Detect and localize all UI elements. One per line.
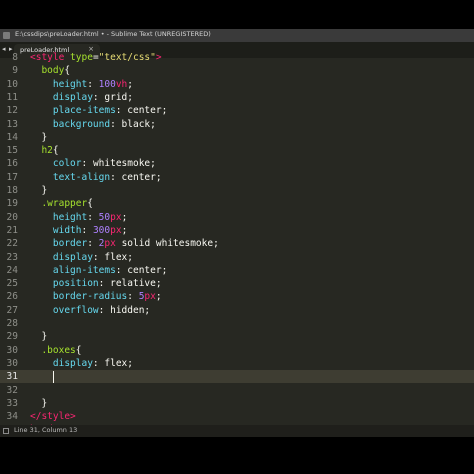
code-text: position: relative; <box>52 278 162 290</box>
line-number: 15 <box>6 145 18 157</box>
code-line[interactable]: 30 display: flex; <box>0 357 474 370</box>
code-text: place-items: center; <box>52 105 168 117</box>
code-text: text-align: center; <box>52 171 162 183</box>
line-number: 16 <box>6 158 18 170</box>
code-text: display: grid; <box>52 91 133 103</box>
line-number: 34 <box>6 411 18 423</box>
window-title: E:\cssdips\preLoader.html • - Sublime Te… <box>15 30 211 38</box>
line-number: 30 <box>6 357 18 369</box>
code-line[interactable]: 29} <box>0 330 474 343</box>
code-line[interactable]: 28 <box>0 317 474 330</box>
code-text: h2{ <box>41 145 59 157</box>
code-text: align-items: center; <box>52 264 168 276</box>
status-bar: Line 31, Column 13 <box>0 425 474 437</box>
code-line[interactable]: 25 position: relative; <box>0 277 474 290</box>
code-text: width: 300px; <box>52 224 128 236</box>
code-text: display: flex; <box>52 251 133 263</box>
code-line[interactable]: 33} <box>0 397 474 410</box>
code-line[interactable]: 11 display: grid; <box>0 91 474 104</box>
line-number: 20 <box>6 211 18 223</box>
line-number: 9 <box>12 65 18 77</box>
title-bar: E:\cssdips\preLoader.html • - Sublime Te… <box>0 29 474 42</box>
line-number: 26 <box>6 291 18 303</box>
code-text: border: 2px solid whitesmoke; <box>52 238 219 250</box>
line-number: 17 <box>6 171 18 183</box>
code-line[interactable]: 16 color: whitesmoke; <box>0 157 474 170</box>
code-line[interactable]: 12 place-items: center; <box>0 104 474 117</box>
code-line[interactable]: 9 body{ <box>0 64 474 77</box>
line-number: 19 <box>6 198 18 210</box>
code-line[interactable]: 8 <style type="text/css"> <box>0 51 474 64</box>
code-line[interactable]: 24 align-items: center; <box>0 264 474 277</box>
code-text: body{ <box>41 65 71 77</box>
code-text: height: 100vh; <box>52 78 134 90</box>
code-text: } <box>41 331 48 343</box>
code-line[interactable]: 21 width: 300px; <box>0 224 474 237</box>
line-number: 27 <box>6 304 18 316</box>
line-number: 23 <box>6 251 18 263</box>
code-line[interactable]: 34 </style> <box>0 410 474 423</box>
code-line[interactable]: 15 h2{ <box>0 144 474 157</box>
line-number: 12 <box>6 105 18 117</box>
line-number: 24 <box>6 264 18 276</box>
line-number: 25 <box>6 278 18 290</box>
code-text: border-radius: 5px; <box>52 291 162 303</box>
code-text: display: flex; <box>52 357 133 369</box>
code-text: </style> <box>30 411 76 423</box>
code-line[interactable]: 22 border: 2px solid whitesmoke; <box>0 237 474 250</box>
code-text: <style type="text/css"> <box>30 52 162 63</box>
cursor-position: Line 31, Column 13 <box>14 426 78 434</box>
line-number: 32 <box>6 384 18 396</box>
code-line[interactable]: 27 overflow: hidden; <box>0 304 474 317</box>
code-line[interactable]: 31 <box>0 370 474 384</box>
code-line[interactable]: 14} <box>0 131 474 144</box>
panel-toggle-icon[interactable] <box>3 428 9 434</box>
code-line[interactable]: 17 text-align: center; <box>0 171 474 184</box>
line-number: 33 <box>6 397 18 409</box>
line-number: 11 <box>6 91 18 103</box>
line-number: 10 <box>6 78 18 90</box>
line-number: 30 <box>6 344 18 356</box>
code-editor[interactable]: 8 <style type="text/css"> 9 body{ 10 height: … <box>0 52 474 435</box>
app-icon <box>3 32 10 39</box>
text-caret <box>52 371 54 384</box>
code-line[interactable]: 13 background: black; <box>0 118 474 131</box>
code-text: height: 50px; <box>52 211 128 223</box>
code-text: .boxes{ <box>41 344 82 356</box>
code-text: background: black; <box>52 118 156 130</box>
code-line[interactable]: 20 height: 50px; <box>0 211 474 224</box>
line-number: 22 <box>6 238 18 250</box>
code-line[interactable]: 10 height: 100vh; <box>0 78 474 91</box>
line-number: 21 <box>6 224 18 236</box>
line-number: 29 <box>6 331 18 343</box>
code-line[interactable]: 18} <box>0 184 474 197</box>
code-text: } <box>41 131 48 143</box>
code-text: } <box>41 185 48 196</box>
code-text: color: whitesmoke; <box>52 158 156 170</box>
line-number: 8 <box>12 52 18 63</box>
line-number: 14 <box>6 131 18 143</box>
line-number: 18 <box>6 185 18 196</box>
code-line[interactable]: 23 display: flex; <box>0 251 474 264</box>
code-text: overflow: hidden; <box>52 304 151 316</box>
code-line[interactable]: 19 .wrapper{ <box>0 197 474 210</box>
code-line[interactable]: 32 <box>0 384 474 397</box>
line-number: 31 <box>6 371 18 383</box>
code-text: .wrapper{ <box>41 198 93 210</box>
code-text: } <box>41 397 48 409</box>
code-line[interactable]: 30 .boxes{ <box>0 344 474 357</box>
sublime-window: E:\cssdips\preLoader.html • - Sublime Te… <box>0 29 474 437</box>
line-number: 13 <box>6 118 18 130</box>
line-number: 28 <box>6 318 18 329</box>
code-line[interactable]: 26 border-radius: 5px; <box>0 290 474 303</box>
